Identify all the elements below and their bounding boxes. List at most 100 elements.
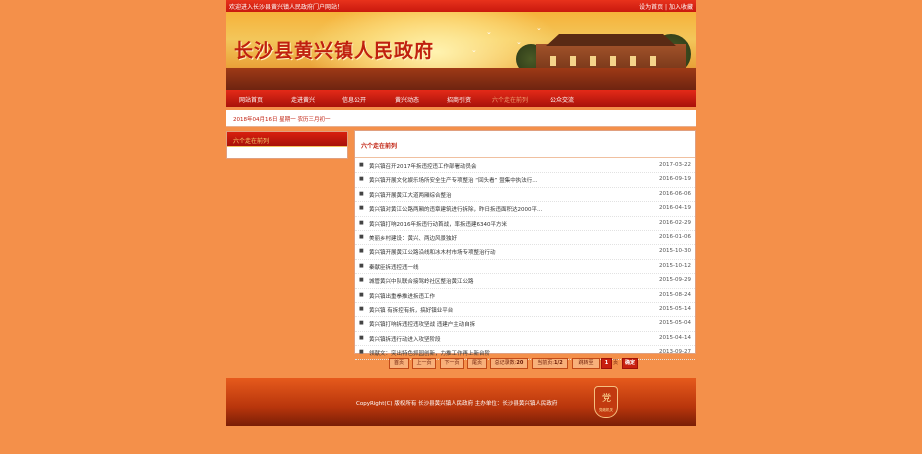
list-item[interactable]: ■ 黄兴镇开展黄江大道两厢综合整治 2016-06-06 <box>355 188 695 203</box>
article-title[interactable]: 领献文：突出特色抓园创新，力推工作再上新台阶 <box>369 349 490 357</box>
bullet-icon: ■ <box>359 219 364 226</box>
list-item[interactable]: ■ 黄兴镇打响2016年拆违行动首战，率拆违建6340平方米 2016-02-29 <box>355 217 695 231</box>
bullet-icon: ■ <box>359 190 364 197</box>
banner-ground <box>226 68 696 90</box>
nav-item-investment[interactable]: 招商引资 <box>447 95 471 104</box>
sidebar: 六个走在前列 <box>226 131 348 159</box>
page-container: 欢迎进入长沙县黄兴镇人民政府门户网站！ 设为首页 | 加入收藏 ⌄ ⌄ ⌄ ⌄ … <box>226 0 696 454</box>
nav-item-info[interactable]: 信息公开 <box>342 95 366 104</box>
list-item[interactable]: ■ 黄兴镇打响拆违控违攻坚战 违建户主动自拆 2015-05-04 <box>355 317 695 332</box>
current-page-info: 当前页:1/2 <box>532 358 568 369</box>
building-window <box>610 56 616 66</box>
list-item[interactable]: ■ 黄兴镇对黄江公路两厢的违章建筑进行拆除，昨日拆违面积达2000平... 2016… <box>355 202 695 217</box>
article-title[interactable]: 城管黄兴中队联合接驾岭社区整治黄江公路 <box>369 277 474 285</box>
nav-item-about[interactable]: 走进黄兴 <box>291 95 315 104</box>
building-window <box>570 56 576 66</box>
list-item[interactable]: ■ 黄兴镇开展文化娱乐场所安全生产专项整治 “回头看” 暨集中执法行... 2016… <box>355 173 695 188</box>
list-item[interactable]: ■ 秦献臣拆违控违一线 2015-10-12 <box>355 260 695 275</box>
nav-item-home[interactable]: 网站首页 <box>239 95 263 104</box>
party-gov-badge-icon[interactable]: 党 党政机关 <box>594 386 618 418</box>
bullet-icon: ■ <box>359 262 364 269</box>
building-window <box>630 56 636 66</box>
page-unit: 页 <box>613 360 619 366</box>
go-button[interactable]: 确定 <box>622 358 638 369</box>
article-panel: 六个走在前列 ■ 黄兴镇召开2017年拆违控违工作部署动员会 2017-03-22 … <box>354 130 696 361</box>
list-item[interactable]: ■ 黄兴镇召开2017年拆违控违工作部署动员会 2017-03-22 <box>355 159 695 174</box>
bullet-icon: ■ <box>359 233 364 240</box>
building-window <box>590 56 596 66</box>
article-date: 2015-10-30 <box>659 248 691 255</box>
bullet-icon: ■ <box>359 334 364 341</box>
header-banner: ⌄ ⌄ ⌄ ⌄ 长沙县黄兴镇人民政府 <box>226 12 696 90</box>
copyright-text: CopyRight(C) 版权所有 长沙县黄兴镇人民政府 主办单位：长沙县黄兴镇… <box>356 401 558 407</box>
footer: CopyRight(C) 版权所有 长沙县黄兴镇人民政府 主办单位：长沙县黄兴镇… <box>226 378 696 426</box>
bullet-icon: ■ <box>359 248 364 255</box>
site-title: 长沙县黄兴镇人民政府 <box>234 40 435 62</box>
article-title[interactable]: 秦献臣拆违控违一线 <box>369 263 419 271</box>
add-favorite-link[interactable]: 加入收藏 <box>669 4 693 11</box>
article-date: 2015-09-29 <box>659 277 691 284</box>
article-title[interactable]: 黄兴镇打响2016年拆违行动首战，率拆违建6340平方米 <box>369 220 507 228</box>
article-date: 2013-09-27 <box>659 349 691 356</box>
sidebar-title[interactable]: 六个走在前列 <box>233 136 269 145</box>
list-item[interactable]: ■ 黄兴镇开展黄江公路沿线和冰木村市场专项整治行动 2015-10-30 <box>355 245 695 260</box>
date-bar: 2018年04月16日 星期一 农历三月初一 <box>226 110 696 127</box>
next-page-button[interactable]: 下一页 <box>440 358 464 369</box>
bullet-icon: ■ <box>359 176 364 183</box>
bullet-icon: ■ <box>359 320 364 327</box>
bullet-icon: ■ <box>359 349 364 356</box>
article-date: 2015-04-14 <box>659 334 691 341</box>
panel-header: 六个走在前列 <box>355 131 695 158</box>
article-title[interactable]: 黄兴镇对黄江公路两厢的违章建筑进行拆除，昨日拆违面积达2000平... <box>369 205 542 213</box>
list-item[interactable]: ■ 黄兴镇拆违行动进入攻坚阶段 2015-04-14 <box>355 332 695 347</box>
top-bar: 欢迎进入长沙县黄兴镇人民政府门户网站！ 设为首页 | 加入收藏 <box>226 0 696 12</box>
current-page-label: 当前页: <box>537 360 554 366</box>
article-title[interactable]: 黄兴镇召开2017年拆违控违工作部署动员会 <box>369 162 477 170</box>
article-date: 2016-09-19 <box>659 176 691 183</box>
article-date: 2016-06-06 <box>659 190 691 197</box>
article-title[interactable]: 美丽乡村建设：黄兴、两边风景独好 <box>369 234 457 242</box>
bird-icon: ⌄ <box>471 46 477 54</box>
badge-caption: 党政机关 <box>599 408 613 412</box>
bullet-icon: ■ <box>359 305 364 312</box>
article-list: ■ 黄兴镇召开2017年拆违控违工作部署动员会 2017-03-22 ■ 黄兴镇开展文… <box>355 159 695 361</box>
main-nav: 网站首页 走进黄兴 信息公开 黄兴动态 招商引资 六个走在前列 公众交流 <box>226 90 696 107</box>
page-number-input[interactable]: 1 <box>601 358 612 369</box>
article-title[interactable]: 黄兴镇开展黄江公路沿线和冰木村市场专项整治行动 <box>369 248 496 256</box>
link-separator: | <box>665 4 668 11</box>
article-title[interactable]: 黄兴镇 有拆控有拆，搞好镇业平台 <box>369 306 453 314</box>
list-item[interactable]: ■ 黄兴镇出重拳推进拆违工作 2015-08-24 <box>355 289 695 303</box>
article-title[interactable]: 黄兴镇打响拆违控违攻坚战 违建户主动自拆 <box>369 320 475 328</box>
panel-title: 六个走在前列 <box>361 143 398 150</box>
last-page-button[interactable]: 尾页 <box>467 358 487 369</box>
article-date: 2015-08-24 <box>659 291 691 298</box>
total-records-value: 20 <box>516 360 524 366</box>
set-home-link[interactable]: 设为首页 <box>639 4 663 11</box>
article-title[interactable]: 黄兴镇开展文化娱乐场所安全生产专项整治 “回头看” 暨集中执法行... <box>369 176 537 184</box>
list-item[interactable]: ■ 美丽乡村建设：黄兴、两边风景独好 2016-01-06 <box>355 231 695 246</box>
article-title[interactable]: 黄兴镇拆违行动进入攻坚阶段 <box>369 335 441 343</box>
prev-page-button[interactable]: 上一页 <box>412 358 436 369</box>
article-date: 2015-05-04 <box>659 320 691 327</box>
article-date: 2015-10-12 <box>659 262 691 269</box>
first-page-button[interactable]: 首页 <box>389 358 409 369</box>
top-links: 设为首页 | 加入收藏 <box>639 2 693 11</box>
article-title[interactable]: 黄兴镇开展黄江大道两厢综合整治 <box>369 191 452 199</box>
sidebar-header: 六个走在前列 <box>227 132 347 147</box>
bullet-icon: ■ <box>359 205 364 212</box>
article-date: 2016-04-19 <box>659 205 691 212</box>
building-window <box>550 56 556 66</box>
article-title[interactable]: 黄兴镇出重拳推进拆违工作 <box>369 292 435 300</box>
date-text: 2018年04月16日 星期一 农历三月初一 <box>233 117 331 123</box>
bird-icon: ⌄ <box>536 24 542 32</box>
article-date: 2016-01-06 <box>659 233 691 240</box>
nav-item-news[interactable]: 黄兴动态 <box>395 95 419 104</box>
article-date: 2015-05-14 <box>659 305 691 312</box>
bird-icon: ⌄ <box>516 38 522 46</box>
article-date: 2016-02-29 <box>659 219 691 226</box>
pagination: 首页 上一页 下一页 尾页 总记录数:20 当前页:1/2 跳转至 1 页 确定 <box>354 358 694 370</box>
nav-item-public[interactable]: 公众交流 <box>550 95 574 104</box>
nav-item-six-leading[interactable]: 六个走在前列 <box>492 95 528 104</box>
list-item[interactable]: ■ 城管黄兴中队联合接驾岭社区整治黄江公路 2015-09-29 <box>355 274 695 289</box>
list-item[interactable]: ■ 黄兴镇 有拆控有拆，搞好镇业平台 2015-05-14 <box>355 303 695 318</box>
